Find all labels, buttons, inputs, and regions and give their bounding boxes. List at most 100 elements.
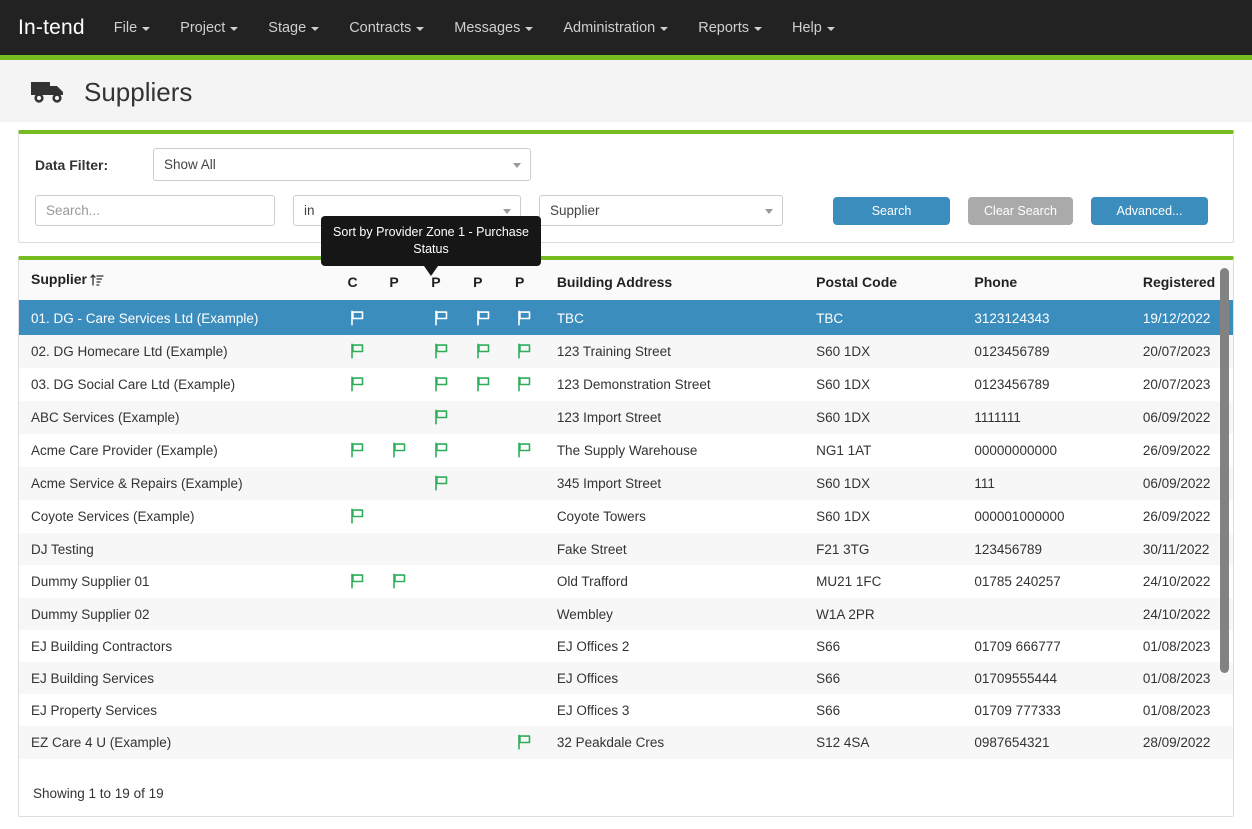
advanced-button[interactable]: Advanced... — [1091, 197, 1208, 225]
table-row[interactable]: DJ TestingFake StreetF21 3TG12345678930/… — [19, 533, 1233, 565]
empty-flag-cell — [377, 726, 419, 759]
nav-item-contracts[interactable]: Contracts — [334, 3, 439, 53]
flag-icon-cell[interactable] — [461, 301, 503, 335]
flag-icon-cell[interactable] — [419, 401, 461, 434]
flag-icon-cell[interactable] — [336, 368, 378, 401]
cell-address: The Supply Warehouse — [545, 434, 804, 467]
flag-icon-cell[interactable] — [377, 434, 419, 467]
page-header: Suppliers — [0, 60, 1252, 122]
flag-icon-cell[interactable] — [503, 301, 545, 335]
data-filter-select[interactable]: Show All — [153, 148, 531, 181]
nav-item-stage[interactable]: Stage — [253, 3, 334, 53]
clear-search-button[interactable]: Clear Search — [968, 197, 1073, 225]
nav-menu: File Project StageContracts Messages Adminis… — [99, 3, 850, 53]
sort-tooltip: Sort by Provider Zone 1 - Purchase Statu… — [321, 216, 541, 266]
nav-item-administration[interactable]: Administration — [548, 3, 683, 53]
empty-flag-cell — [377, 401, 419, 434]
cell-phone: 1111111 — [962, 401, 1130, 434]
flag-icon-cell[interactable] — [336, 565, 378, 598]
flag-icon-cell[interactable] — [377, 565, 419, 598]
flag-icon-cell[interactable] — [419, 301, 461, 335]
column-header-phone[interactable]: Phone — [962, 260, 1130, 301]
nav-item-help[interactable]: Help — [777, 3, 850, 53]
cell-address: 345 Import Street — [545, 467, 804, 500]
table-row[interactable]: EZ Care Ltd (Example)TBC123S60 1DX55514/… — [19, 759, 1233, 770]
column-header-label: P — [389, 274, 398, 290]
cell-address: Coyote Towers — [545, 500, 804, 533]
table-row[interactable]: 02. DG Homecare Ltd (Example)123 Trainin… — [19, 335, 1233, 368]
empty-flag-cell — [461, 662, 503, 694]
vertical-scrollbar[interactable] — [1220, 268, 1229, 762]
cell-phone: 000001000000 — [962, 500, 1130, 533]
table-row[interactable]: 01. DG - Care Services Ltd (Example)TBCT… — [19, 301, 1233, 335]
column-header-registered[interactable]: Registered — [1131, 260, 1233, 301]
flag-icon-cell[interactable] — [419, 368, 461, 401]
nav-item-label: Messages — [454, 20, 520, 36]
nav-item-file[interactable]: File — [99, 3, 165, 53]
column-header-c1[interactable]: C — [336, 260, 378, 301]
flag-icon-cell[interactable] — [461, 368, 503, 401]
cell-postcode: S60 1DX — [804, 401, 962, 434]
flag-icon-cell[interactable] — [503, 335, 545, 368]
scrollbar-thumb[interactable] — [1220, 268, 1229, 673]
flag-icon-cell[interactable] — [336, 301, 378, 335]
cell-registered: 06/09/2022 — [1131, 467, 1233, 500]
column-header-p3[interactable]: P — [461, 260, 503, 301]
empty-flag-cell — [377, 694, 419, 726]
cell-registered: 26/09/2022 — [1131, 500, 1233, 533]
table-row[interactable]: 03. DG Social Care Ltd (Example)123 Demo… — [19, 368, 1233, 401]
table-row[interactable]: Dummy Supplier 01Old TraffordMU21 1FC017… — [19, 565, 1233, 598]
table-row[interactable]: EJ Building ContractorsEJ Offices 2S6601… — [19, 630, 1233, 662]
column-header-p1[interactable]: P — [377, 260, 419, 301]
empty-flag-cell — [461, 565, 503, 598]
column-header-address[interactable]: Building Address — [545, 260, 804, 301]
search-button[interactable]: Search — [833, 197, 950, 225]
column-header-supplier[interactable]: Supplier — [19, 260, 336, 301]
table-row[interactable]: Coyote Services (Example)Coyote TowersS6… — [19, 500, 1233, 533]
flag-icon-cell[interactable] — [503, 434, 545, 467]
nav-item-project[interactable]: Project — [165, 3, 253, 53]
nav-item-reports[interactable]: Reports — [683, 3, 777, 53]
table-row[interactable]: EZ Care 4 U (Example)32 Peakdale CresS12… — [19, 726, 1233, 759]
flag-icon-cell[interactable] — [503, 368, 545, 401]
flag-icon-cell[interactable] — [336, 335, 378, 368]
brand-logo[interactable]: In-tend — [14, 16, 99, 40]
chevron-down-icon — [765, 209, 773, 214]
table-row[interactable]: EJ Building ServicesEJ OfficesS660170955… — [19, 662, 1233, 694]
column-header-postcode[interactable]: Postal Code — [804, 260, 962, 301]
page-title: Suppliers — [84, 77, 192, 108]
cell-address: EJ Offices — [545, 662, 804, 694]
cell-supplier: ABC Services (Example) — [19, 401, 336, 434]
nav-item-messages[interactable]: Messages — [439, 3, 548, 53]
empty-flag-cell — [503, 694, 545, 726]
cell-postcode: S12 4SA — [804, 726, 962, 759]
column-header-p4[interactable]: P — [503, 260, 545, 301]
flag-icon-cell[interactable] — [336, 434, 378, 467]
cell-postcode: F21 3TG — [804, 533, 962, 565]
nav-item-label: Project — [180, 20, 225, 36]
table-row[interactable]: Acme Care Provider (Example) The Supply W… — [19, 434, 1233, 467]
search-input[interactable] — [35, 195, 275, 226]
flag-icon-cell[interactable] — [419, 335, 461, 368]
flag-icon-cell[interactable] — [419, 434, 461, 467]
sort-ascending-icon[interactable] — [90, 273, 104, 290]
flag-icon-cell[interactable] — [336, 500, 378, 533]
empty-flag-cell — [377, 662, 419, 694]
table-row[interactable]: Acme Service & Repairs (Example)345 Impo… — [19, 467, 1233, 500]
cell-supplier: Acme Care Provider (Example) — [19, 434, 336, 467]
table-row[interactable]: EJ Property ServicesEJ Offices 3S6601709… — [19, 694, 1233, 726]
cell-postcode: S60 1DX — [804, 467, 962, 500]
cell-postcode: S60 1DX — [804, 759, 962, 770]
empty-flag-cell — [336, 467, 378, 500]
empty-flag-cell — [461, 694, 503, 726]
search-field-select[interactable]: Supplier — [539, 195, 783, 226]
flag-icon-cell[interactable] — [503, 726, 545, 759]
cell-phone: 01709 777333 — [962, 694, 1130, 726]
data-filter-label: Data Filter: — [35, 157, 135, 173]
cell-phone: 01709555444 — [962, 662, 1130, 694]
cell-phone: 01785 240257 — [962, 565, 1130, 598]
flag-icon-cell[interactable] — [419, 467, 461, 500]
table-row[interactable]: ABC Services (Example)123 Import StreetS… — [19, 401, 1233, 434]
flag-icon-cell[interactable] — [461, 335, 503, 368]
table-row[interactable]: Dummy Supplier 02WembleyW1A 2PR24/10/202… — [19, 598, 1233, 630]
